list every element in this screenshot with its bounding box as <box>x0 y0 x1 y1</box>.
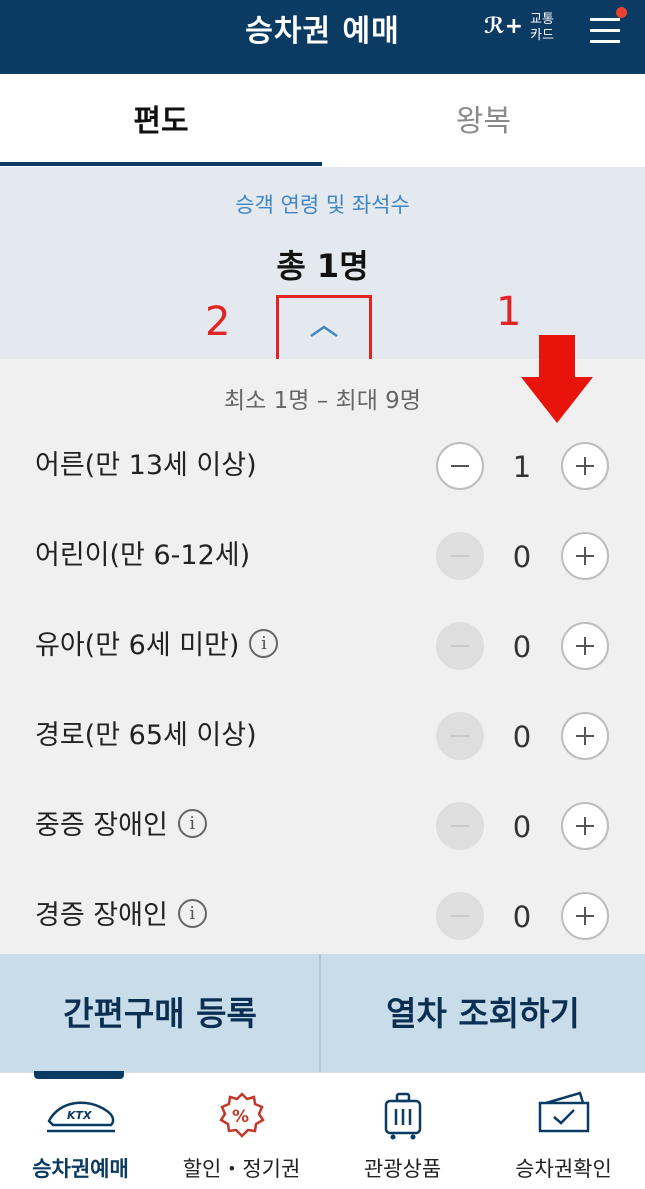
passenger-label-wrap: 중증 장애인 i <box>35 781 207 871</box>
minus-icon <box>451 735 469 737</box>
active-tab-indicator <box>0 162 322 166</box>
passenger-count: 0 <box>512 630 532 664</box>
nav-item-discount[interactable]: % 할인・정기권 <box>161 1073 322 1189</box>
traffic-card-button[interactable]: ℛ+ 교통 카드 <box>484 12 564 46</box>
passenger-label-wrap: 유아(만 6세 미만) i <box>35 601 279 691</box>
passenger-total: 총 1명 <box>276 247 369 285</box>
plus-icon <box>576 457 594 475</box>
svg-text:%: % <box>232 1107 249 1127</box>
ktx-train-icon: KTX <box>0 1091 161 1141</box>
minus-icon <box>451 825 469 827</box>
decrement-button[interactable] <box>436 802 484 850</box>
decrement-button[interactable] <box>436 622 484 670</box>
traffic-card-label-line2: 카드 <box>530 28 554 43</box>
nav-label: 할인・정기권 <box>182 1157 301 1181</box>
passenger-count: 0 <box>512 720 532 754</box>
increment-button[interactable] <box>561 442 609 490</box>
passenger-count: 0 <box>512 540 532 574</box>
passenger-label: 어린이(만 6-12세) <box>35 540 251 571</box>
hamburger-menu-icon[interactable] <box>588 14 622 46</box>
quick-purchase-register-button[interactable]: 간편구매 등록 <box>0 954 320 1072</box>
passenger-row-severe-disability: 중증 장애인 i 0 <box>0 781 645 871</box>
increment-button[interactable] <box>561 802 609 850</box>
passenger-label: 경증 장애인 <box>35 900 168 931</box>
info-icon[interactable]: i <box>177 899 207 928</box>
nav-item-ticket-booking[interactable]: KTX 승차권예매 <box>0 1073 161 1189</box>
passenger-row-senior: 경로(만 65세 이상) 0 <box>0 691 645 781</box>
passenger-label: 중증 장애인 <box>35 810 168 841</box>
plus-icon <box>576 637 594 655</box>
app-header: 승차권 예매 ℛ+ 교통 카드 <box>0 0 645 74</box>
traffic-card-icon: ℛ+ <box>484 14 524 39</box>
increment-button[interactable] <box>561 892 609 940</box>
nav-item-ticket-check[interactable]: 승차권확인 <box>483 1073 644 1189</box>
plus-icon <box>576 547 594 565</box>
plus-icon <box>576 907 594 925</box>
nav-label: 관광상품 <box>363 1157 442 1181</box>
info-icon[interactable]: i <box>177 809 207 838</box>
passenger-label: 경로(만 65세 이상) <box>35 720 257 751</box>
action-bar: 간편구매 등록 열차 조회하기 <box>0 954 645 1072</box>
annotation-number-2: 2 <box>205 299 231 345</box>
passenger-summary: 승객 연령 및 좌석수 총 1명 2 1 <box>0 167 645 366</box>
plus-icon <box>576 817 594 835</box>
passenger-row-child: 어린이(만 6-12세) 0 <box>0 511 645 601</box>
search-trains-button[interactable]: 열차 조회하기 <box>321 954 645 1072</box>
notification-dot <box>616 7 627 18</box>
traffic-card-label: 교통 카드 <box>530 12 554 44</box>
nav-item-tour-products[interactable]: 관광상품 <box>322 1073 483 1189</box>
bottom-navigation: KTX 승차권예매 % 할인・정기권 관광상품 승차권확인 <box>0 1071 645 1189</box>
nav-label: 승차권확인 <box>515 1157 612 1181</box>
traffic-card-label-line1: 교통 <box>530 12 554 27</box>
passenger-label-wrap: 경증 장애인 i <box>35 871 207 954</box>
increment-button[interactable] <box>561 622 609 670</box>
trip-type-tabs: 편도 왕복 <box>0 74 645 167</box>
ticket-check-icon <box>483 1091 644 1141</box>
decrement-button[interactable] <box>436 532 484 580</box>
decrement-button[interactable] <box>436 892 484 940</box>
decrement-button[interactable] <box>436 442 484 490</box>
chevron-up-icon <box>310 325 338 338</box>
svg-text:KTX: KTX <box>67 1109 92 1122</box>
decrement-button[interactable] <box>436 712 484 760</box>
suitcase-icon <box>322 1091 483 1141</box>
passenger-list: 최소 1명 – 최대 9명 어른(만 13세 이상) 1 어린이(만 6-12세… <box>0 359 645 954</box>
passenger-row-infant: 유아(만 6세 미만) i 0 <box>0 601 645 691</box>
annotation-arrow-down-icon <box>521 335 593 423</box>
increment-button[interactable] <box>561 532 609 580</box>
passenger-count: 0 <box>512 900 532 934</box>
minus-icon <box>451 465 469 467</box>
minus-icon <box>451 645 469 647</box>
passenger-summary-label: 승객 연령 및 좌석수 <box>235 193 410 217</box>
minus-icon <box>451 555 469 557</box>
increment-button[interactable] <box>561 712 609 760</box>
passenger-row-adult: 어른(만 13세 이상) 1 <box>0 421 645 511</box>
info-icon[interactable]: i <box>249 629 279 658</box>
discount-badge-icon: % <box>161 1091 322 1141</box>
nav-label: 승차권예매 <box>32 1157 129 1181</box>
passenger-label: 유아(만 6세 미만) <box>35 630 240 661</box>
tab-round-trip[interactable]: 왕복 <box>322 74 645 167</box>
passenger-count: 1 <box>512 450 532 484</box>
annotation-number-1: 1 <box>496 289 522 335</box>
plus-icon <box>576 727 594 745</box>
minus-icon <box>451 915 469 917</box>
passenger-label: 어른(만 13세 이상) <box>35 450 257 481</box>
collapse-button[interactable] <box>276 295 372 366</box>
passenger-row-mild-disability: 경증 장애인 i 0 <box>0 871 645 954</box>
tab-one-way[interactable]: 편도 <box>0 74 322 167</box>
passenger-count: 0 <box>512 810 532 844</box>
